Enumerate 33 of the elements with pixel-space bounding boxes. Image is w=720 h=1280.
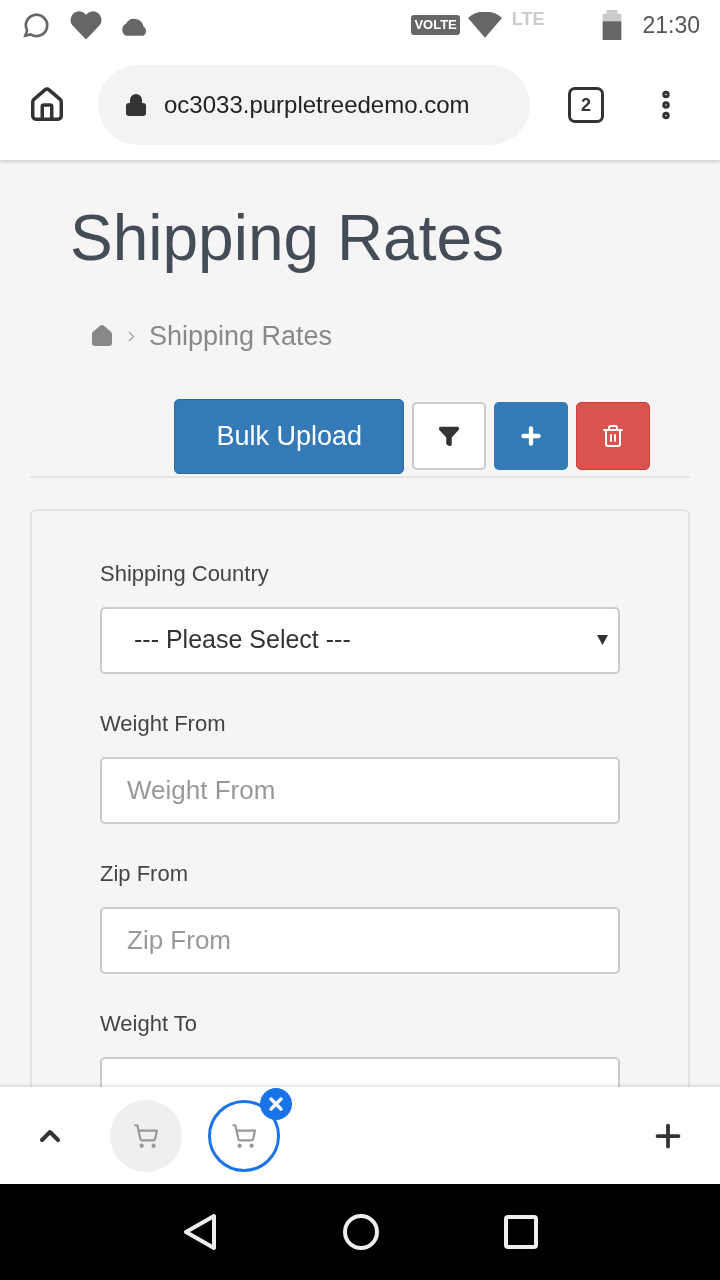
wifi-icon — [467, 12, 502, 38]
field-label: Weight From — [100, 709, 227, 738]
cart-icon — [231, 1122, 257, 1149]
close-tab-button[interactable] — [260, 1087, 292, 1120]
country-select[interactable]: --- Please Select --- — [100, 606, 620, 674]
plus-icon — [518, 423, 544, 449]
tab-count[interactable]: 2 — [568, 87, 604, 123]
battery-icon — [602, 10, 623, 40]
home-icon[interactable] — [28, 86, 66, 124]
delete-button[interactable] — [576, 402, 650, 470]
clock: 21:30 — [642, 10, 700, 40]
address-bar[interactable]: oc3033.purpletreedemo.com — [98, 65, 530, 145]
filter-icon — [438, 425, 460, 447]
back-icon[interactable] — [182, 1213, 218, 1251]
field-label: Zip From — [100, 859, 189, 888]
field-label: Weight To — [100, 1009, 199, 1038]
home-circle-icon[interactable] — [342, 1213, 380, 1251]
filter-button[interactable] — [412, 402, 486, 470]
trash-icon — [601, 424, 625, 448]
text-field[interactable]: Zip From — [100, 906, 620, 974]
network-badge: VOLTE — [411, 15, 460, 35]
lock-icon — [124, 93, 148, 117]
heart-icon — [68, 9, 104, 41]
dropdown-arrow-icon — [597, 635, 608, 645]
url-text: oc3033.purpletreedemo.com — [164, 90, 470, 120]
chevron-right-icon — [128, 330, 135, 342]
text-field[interactable]: Weight From — [100, 756, 620, 824]
cart-icon — [133, 1122, 159, 1149]
bulk-upload-button[interactable]: Bulk Upload — [174, 398, 404, 474]
add-button[interactable] — [494, 402, 568, 470]
page-title: Shipping Rates — [70, 201, 506, 276]
recents-icon[interactable] — [504, 1215, 538, 1249]
field-label: Shipping Country — [100, 559, 270, 588]
